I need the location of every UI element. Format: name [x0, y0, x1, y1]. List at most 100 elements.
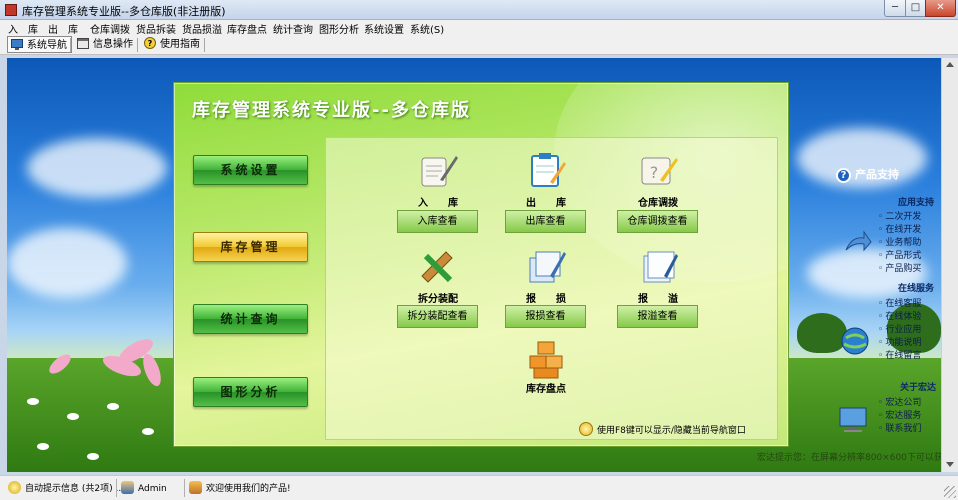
- transfer-view-button[interactable]: 仓库调拨查看: [617, 210, 698, 233]
- bulb-icon: [8, 481, 21, 494]
- navigation-canvas: 库存管理系统专业版--多仓库版 系统设置 库存管理 统计查询 图形分析 入 库 …: [7, 58, 941, 472]
- feature-inbound[interactable]: 入 库: [398, 150, 478, 209]
- feature-label: 报 溢: [638, 294, 678, 305]
- link-contact-us[interactable]: 联系我们: [878, 421, 921, 434]
- feature-area: 入 库 入库查看 出 库 出库查看 ? 仓库调拨 仓库调拨查看 拆分装配 拆分装…: [325, 137, 778, 440]
- menu-bar: 入 库 出 库 仓库调拨 货品拆装 货品损溢 库存盘点 统计查询 图形分析 系统…: [0, 20, 958, 36]
- title-bar: 库存管理系统专业版--多仓库版(非注册版) ─ □ ✕: [0, 0, 958, 20]
- menu-settings[interactable]: 系统设置: [364, 21, 404, 36]
- link-business-help[interactable]: 业务帮助: [878, 235, 921, 248]
- help-icon: ?: [144, 37, 156, 49]
- resize-grip[interactable]: [944, 486, 956, 498]
- disassembly-view-button[interactable]: 拆分装配查看: [397, 305, 478, 328]
- link-product-purchase[interactable]: 产品购买: [878, 261, 921, 274]
- status-welcome: 欢迎使用我们的产品!: [189, 481, 291, 494]
- feature-label: 报 损: [526, 294, 566, 305]
- panel-title: 库存管理系统专业版--多仓库版: [192, 100, 471, 121]
- link-company[interactable]: 宏达公司: [878, 395, 921, 408]
- link-product-form[interactable]: 产品形式: [878, 248, 921, 261]
- minimize-button[interactable]: ─: [884, 0, 906, 17]
- menu-disassembly[interactable]: 货品拆装: [136, 21, 176, 36]
- link-online-trial[interactable]: 在线体验: [878, 309, 921, 322]
- gain-view-button[interactable]: 报溢查看: [617, 305, 698, 328]
- status-bar: 自动提示信息 (共2项) ... Admin 欢迎使用我们的产品!: [0, 475, 958, 500]
- feature-label: 库存盘点: [526, 384, 566, 395]
- bulb-icon: [579, 422, 593, 436]
- side-button-charts[interactable]: 图形分析: [193, 377, 308, 407]
- vertical-scrollbar[interactable]: [941, 58, 958, 472]
- menu-loss-gain[interactable]: 货品损溢: [182, 21, 222, 36]
- tool-label: 使用指南: [160, 39, 200, 50]
- f8-hint: 使用F8键可以显示/隐藏当前导航窗口: [579, 422, 779, 436]
- maximize-button[interactable]: □: [905, 0, 926, 17]
- feature-disassembly[interactable]: 拆分装配: [398, 246, 478, 305]
- papers-pen-icon: [636, 246, 680, 286]
- window-icon: [77, 38, 89, 49]
- link-services[interactable]: 宏达服务: [878, 408, 921, 421]
- product-support-heading: ? 产品支持: [836, 166, 899, 183]
- feature-loss[interactable]: 报 损: [506, 246, 586, 305]
- tool-user-guide[interactable]: ? 使用指南: [141, 36, 204, 53]
- scroll-down-icon[interactable]: [946, 462, 954, 467]
- feature-label: 入 库: [418, 198, 458, 209]
- cloud: [7, 228, 127, 298]
- outbound-view-button[interactable]: 出库查看: [505, 210, 586, 233]
- menu-outbound[interactable]: 出 库: [48, 21, 78, 36]
- status-divider: [116, 479, 117, 497]
- menu-inbound[interactable]: 入 库: [8, 21, 38, 36]
- link-online-dev[interactable]: 在线开发: [878, 222, 921, 235]
- menu-transfer[interactable]: 仓库调拨: [90, 21, 130, 36]
- daisy: [87, 453, 99, 460]
- tool-label: 系统导航: [27, 40, 67, 51]
- toolbar-divider: [204, 38, 205, 52]
- scroll-up-icon[interactable]: [946, 62, 954, 67]
- clipboard-pencil-icon: [524, 150, 568, 190]
- monitor-icon: [11, 39, 23, 50]
- feature-outbound[interactable]: 出 库: [506, 150, 586, 209]
- feature-label: 出 库: [526, 198, 566, 209]
- feature-label: 仓库调拨: [638, 198, 678, 209]
- toolbar-divider: [70, 38, 71, 52]
- link-secondary-dev[interactable]: 二次开发: [878, 209, 921, 222]
- feature-stocktake[interactable]: 库存盘点: [506, 340, 586, 395]
- loss-view-button[interactable]: 报损查看: [505, 305, 586, 328]
- navigation-panel: 库存管理系统专业版--多仓库版 系统设置 库存管理 统计查询 图形分析 入 库 …: [173, 82, 789, 447]
- tool-system-nav[interactable]: 系统导航: [7, 36, 72, 53]
- link-industry-apps[interactable]: 行业应用: [878, 322, 921, 335]
- menu-charts[interactable]: 图形分析: [319, 21, 359, 36]
- notepad-question-icon: ?: [636, 150, 680, 190]
- side-button-system-settings[interactable]: 系统设置: [193, 155, 308, 185]
- status-user: Admin: [121, 481, 167, 494]
- daisy: [142, 428, 154, 435]
- side-button-statistics[interactable]: 统计查询: [193, 304, 308, 334]
- feature-transfer[interactable]: ? 仓库调拨: [618, 150, 698, 209]
- computer-icon: [839, 407, 867, 432]
- cloud: [27, 138, 167, 198]
- link-online-message[interactable]: 在线留言: [878, 348, 921, 361]
- user-icon: [121, 481, 134, 494]
- status-divider: [184, 479, 185, 497]
- menu-system[interactable]: 系统(S): [410, 21, 444, 36]
- daisy: [107, 403, 119, 410]
- box-icon: [189, 481, 202, 494]
- link-online-support[interactable]: 在线客服: [878, 296, 921, 309]
- boxes-icon: [524, 340, 568, 380]
- link-feature-notes[interactable]: 功能说明: [878, 335, 921, 348]
- close-button[interactable]: ✕: [925, 0, 956, 17]
- menu-statistics[interactable]: 统计查询: [273, 21, 313, 36]
- feature-gain[interactable]: 报 溢: [618, 246, 698, 305]
- tool-info-ops[interactable]: 信息操作: [74, 36, 137, 53]
- menu-stocktake[interactable]: 库存盘点: [227, 21, 267, 36]
- globe-icon: [841, 327, 869, 355]
- question-circle-icon: ?: [836, 168, 851, 183]
- side-button-inventory[interactable]: 库存管理: [193, 232, 308, 262]
- scroll-quill-icon: [416, 150, 460, 190]
- inbound-view-button[interactable]: 入库查看: [397, 210, 478, 233]
- daisy: [37, 443, 49, 450]
- arrow-icon: [845, 230, 872, 252]
- status-tips[interactable]: 自动提示信息 (共2项) ...: [8, 481, 124, 494]
- svg-text:?: ?: [148, 39, 153, 48]
- app-icon[interactable]: [5, 4, 17, 16]
- feature-label: 拆分装配: [418, 294, 458, 305]
- hint-text: 使用F8键可以显示/隐藏当前导航窗口: [597, 426, 746, 436]
